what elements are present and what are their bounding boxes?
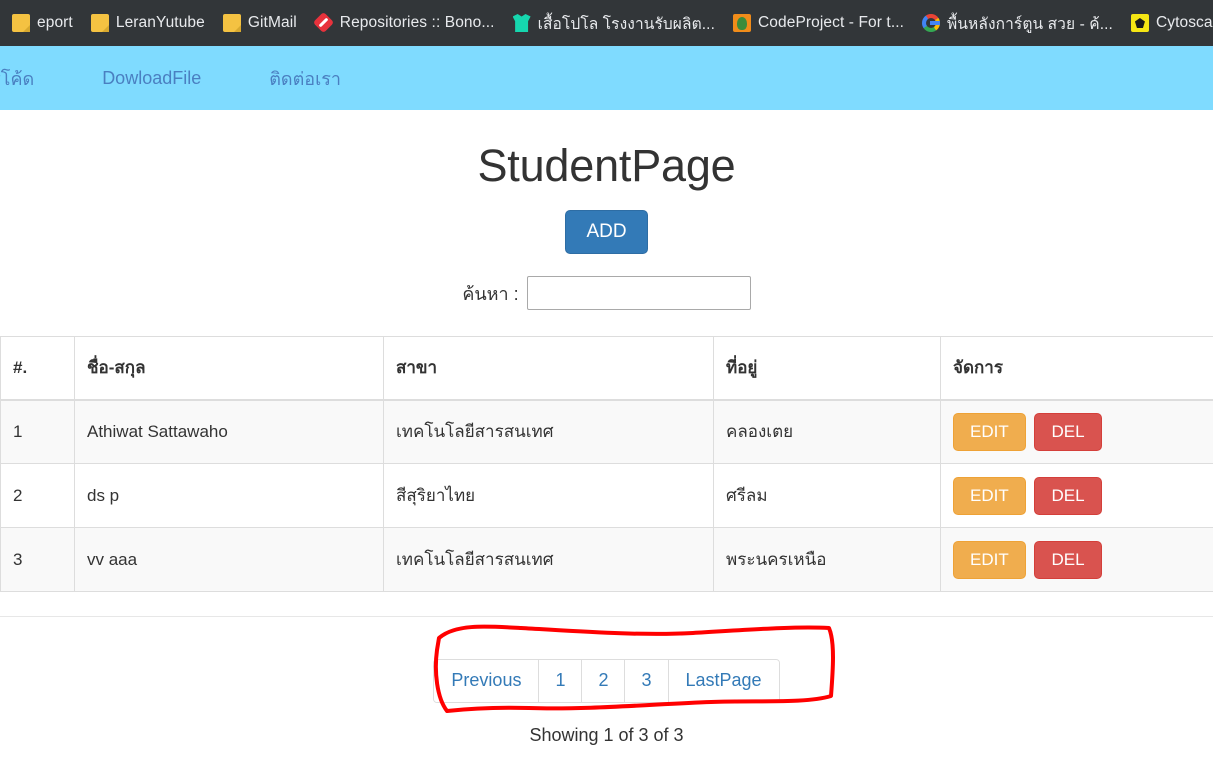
edit-button[interactable]: EDIT <box>953 412 1026 451</box>
showing-count-text: Showing 1 of 3 of 3 <box>529 724 684 745</box>
bookmark-item-1[interactable]: LeranYutube <box>83 8 213 38</box>
codeproject-icon <box>732 14 751 32</box>
cell-branch: เทคโนโลยีสารสนเทศ <box>383 399 714 464</box>
search-label: ค้นหา : <box>462 283 519 304</box>
site-navbar: าร์โค้ด DowloadFile ติดต่อเรา <box>0 46 1213 110</box>
cell-name: Athiwat Sattawaho <box>74 399 384 464</box>
edit-button[interactable]: EDIT <box>953 476 1026 515</box>
page-title: StudentPage <box>477 140 736 191</box>
delete-button[interactable]: DEL <box>1034 540 1102 579</box>
cell-actions: EDIT DEL <box>940 463 1213 528</box>
table-header-row: #. ชื่อ-สกุล สาขา ที่อยู่ จัดการ <box>0 336 1213 401</box>
cell-name: ds p <box>74 463 384 528</box>
bookmark-item-0[interactable]: eport <box>4 8 81 38</box>
bookmark-label: eport <box>37 14 73 31</box>
student-table: #. ชื่อ-สกุล สาขา ที่อยู่ จัดการ 1 Athiw… <box>0 336 1213 592</box>
column-header-branch: สาขา <box>383 336 714 401</box>
pagination-page-2[interactable]: 2 <box>582 660 626 702</box>
search-input[interactable] <box>526 276 751 310</box>
cell-actions: EDIT DEL <box>940 399 1213 464</box>
browser-bookmark-bar: eport LeranYutube GitMail Repositories :… <box>0 0 1213 46</box>
footer-divider <box>0 616 1213 617</box>
pagination-container: Previous 1 2 3 LastPage <box>0 659 1213 703</box>
delete-button[interactable]: DEL <box>1034 412 1102 451</box>
column-header-index: #. <box>0 336 75 401</box>
cell-address: ศรีลม <box>713 463 941 528</box>
cell-address: พระนครเหนือ <box>713 527 941 592</box>
bookmark-item-5[interactable]: CodeProject - For t... <box>725 8 912 38</box>
cell-address: คลองเตย <box>713 399 941 464</box>
page-content: StudentPage ADD ค้นหา : #. ชื่อ-สกุล สาข… <box>0 110 1213 760</box>
search-row: ค้นหา : <box>0 276 1213 310</box>
column-header-manage: จัดการ <box>940 336 1213 401</box>
bookmark-label: เสื้อโปโล โรงงานรับผลิต... <box>537 15 715 33</box>
bookmark-label: Cytoscape.js <box>1155 14 1213 31</box>
bookmark-item-2[interactable]: GitMail <box>215 8 305 38</box>
bookmark-label: Repositories :: Bono... <box>339 14 495 31</box>
nav-link-contact[interactable]: ติดต่อเรา <box>254 54 356 103</box>
table-row: 2 ds p สีสุริยาไทย ศรีลม EDIT DEL <box>0 463 1213 528</box>
bookmark-item-7[interactable]: Cytoscape.js <box>1123 8 1213 38</box>
shirt-icon <box>512 14 531 32</box>
table-row: 1 Athiwat Sattawaho เทคโนโลยีสารสนเทศ คล… <box>0 399 1213 464</box>
table-row: 3 vv aaa เทคโนโลยีสารสนเทศ พระนครเหนือ E… <box>0 527 1213 592</box>
pagination-page-1[interactable]: 1 <box>539 660 583 702</box>
bookmark-item-6[interactable]: พื้นหลังการ์ตูน สวย - ค้... <box>914 8 1121 38</box>
cell-name: vv aaa <box>74 527 384 592</box>
table-body: 1 Athiwat Sattawaho เทคโนโลยีสารสนเทศ คล… <box>0 399 1213 592</box>
pagination-lastpage[interactable]: LastPage <box>668 660 779 702</box>
column-header-name: ชื่อ-สกุล <box>74 336 384 401</box>
cytoscape-icon <box>1130 14 1149 32</box>
google-icon <box>922 14 941 32</box>
edit-button[interactable]: EDIT <box>953 540 1026 579</box>
pagination-previous[interactable]: Previous <box>434 660 540 702</box>
pagination-page-3[interactable]: 3 <box>625 660 669 702</box>
bookmark-label: พื้นหลังการ์ตูน สวย - ค้... <box>947 15 1113 33</box>
cell-branch: สีสุริยาไทย <box>383 463 714 528</box>
bookmark-item-3[interactable]: Repositories :: Bono... <box>307 8 503 38</box>
cell-index: 3 <box>0 527 75 592</box>
folder-icon <box>222 14 241 32</box>
bookmark-label: LeranYutube <box>115 14 205 31</box>
cell-actions: EDIT DEL <box>940 527 1213 592</box>
table-head: #. ชื่อ-สกุล สาขา ที่อยู่ จัดการ <box>0 336 1213 401</box>
bonobo-diamond-icon <box>312 11 334 34</box>
add-button-container: ADD <box>0 210 1213 254</box>
bookmark-label: CodeProject - For t... <box>757 14 905 31</box>
folder-icon <box>12 14 30 32</box>
nav-link-dowloadfile[interactable]: DowloadFile <box>87 58 216 99</box>
folder-icon <box>90 14 109 32</box>
bookmark-label: GitMail <box>247 14 297 31</box>
pagination: Previous 1 2 3 LastPage <box>433 659 780 703</box>
cell-branch: เทคโนโลยีสารสนเทศ <box>383 527 714 592</box>
cell-index: 2 <box>0 463 75 528</box>
column-header-address: ที่อยู่ <box>713 336 941 401</box>
add-button[interactable]: ADD <box>565 210 648 254</box>
delete-button[interactable]: DEL <box>1034 476 1102 515</box>
bookmark-item-4[interactable]: เสื้อโปโล โรงงานรับผลิต... <box>505 8 723 38</box>
nav-link-barcode[interactable]: าร์โค้ด <box>0 54 49 103</box>
cell-index: 1 <box>0 399 75 464</box>
